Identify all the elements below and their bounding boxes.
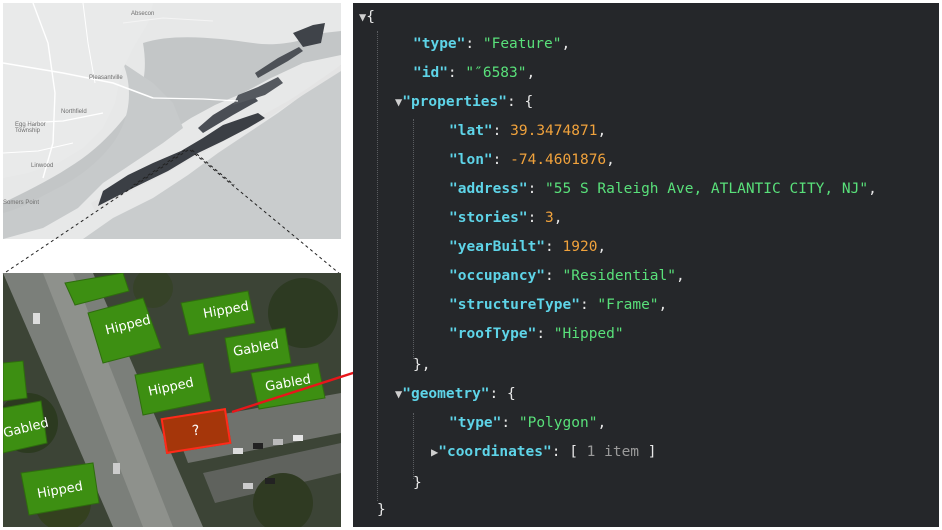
json-row-geometry: ▼"geometry": {: [395, 386, 516, 402]
json-row-structuretype: "structureType": "Frame",: [449, 297, 668, 313]
json-row-stories: "stories": 3,: [449, 210, 563, 226]
json-row-id: "id": "″6583",: [413, 65, 536, 81]
coordinates-summary: 1 item: [586, 444, 640, 460]
json-row-type: "type": "Feature",: [413, 36, 571, 52]
json-root-open: ▼{: [359, 9, 375, 25]
json-row-rooftype: "roofType": "Hipped": [449, 326, 624, 342]
json-root-close: }: [377, 502, 386, 518]
json-row-coordinates: ▶"coordinates": [ 1 item ]: [431, 444, 657, 460]
json-row-lat: "lat": 39.3474871,: [449, 123, 607, 139]
json-row-properties: ▼"properties": {: [395, 94, 534, 110]
indent-guide: [413, 119, 414, 359]
indent-guide: [377, 31, 378, 501]
json-row-occupancy: "occupancy": "Residential",: [449, 268, 685, 284]
json-geometry-close: }: [413, 475, 422, 491]
json-row-address: "address": "55 S Raleigh Ave, ATLANTIC C…: [449, 181, 877, 197]
json-row-geom-type: "type": "Polygon",: [449, 415, 607, 431]
indent-guide: [413, 413, 414, 479]
json-properties-close: },: [413, 357, 431, 373]
json-viewer[interactable]: ▼{ "type": "Feature", "id": "″6583", ▼"p…: [353, 3, 939, 527]
json-row-lon: "lon": -74.4601876,: [449, 152, 615, 168]
json-row-yearbuilt: "yearBuilt": 1920,: [449, 239, 607, 255]
